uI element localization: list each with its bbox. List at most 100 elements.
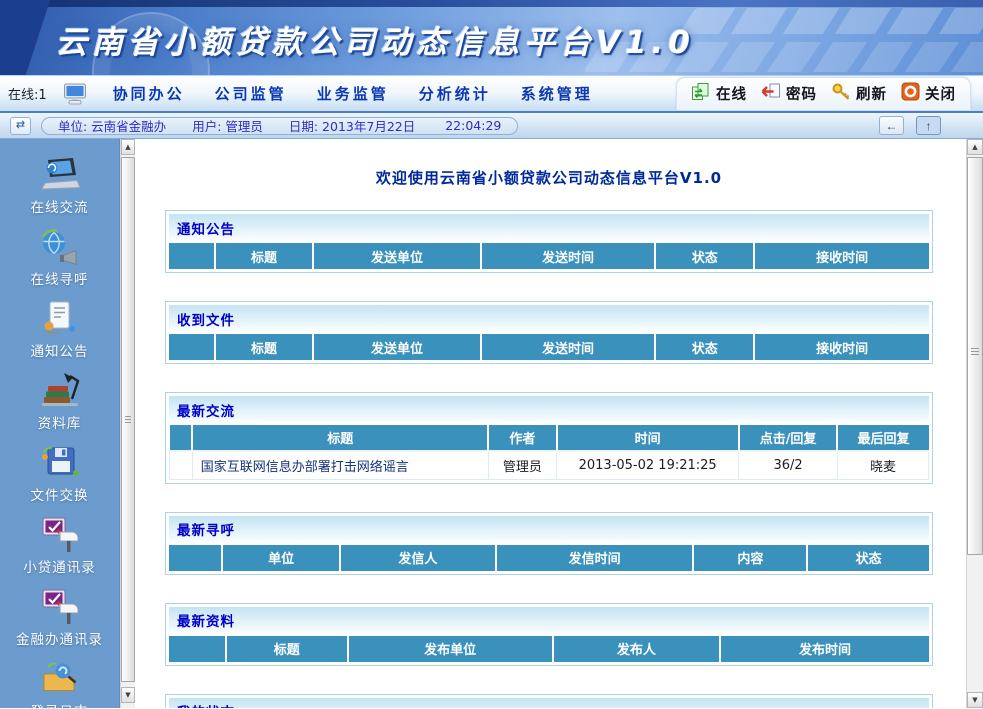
sidebar-item-1[interactable]: 在线交流 xyxy=(0,153,119,223)
collapse-left-button[interactable]: ← xyxy=(879,116,904,135)
sync-button[interactable]: ⇄ xyxy=(10,117,31,135)
section-title: 最新资料 xyxy=(177,610,235,630)
nav-item-3[interactable]: 业务监管 xyxy=(317,83,389,104)
column-header: 标题 xyxy=(215,243,314,269)
column-header xyxy=(169,334,215,360)
section-table: 标题发送单位发送时间状态接收时间 xyxy=(169,334,929,360)
column-header: 发送时间 xyxy=(481,334,656,360)
scroll-down-button[interactable]: ▼ xyxy=(121,687,135,703)
table-cell: 晓麦 xyxy=(837,451,928,479)
close-icon xyxy=(901,82,920,105)
sidebar-item-6[interactable]: 小贷通讯录 xyxy=(0,513,119,583)
column-header: 发送单位 xyxy=(313,243,480,269)
nav-item-5[interactable]: 系统管理 xyxy=(521,83,593,104)
section-5: 最新资料标题发布单位发布人发布时间 xyxy=(165,603,933,666)
section-title: 我的状态 xyxy=(177,701,235,708)
sidebar-item-8[interactable]: 登录日志 xyxy=(0,657,119,709)
infobar-buttons: ← ↑ xyxy=(879,116,941,135)
section-6: 我的状态登录单位：云南省金融办1权限范围：云南省 xyxy=(165,694,933,709)
nav-item-4[interactable]: 分析统计 xyxy=(419,83,491,104)
column-header: 发布人 xyxy=(553,636,720,662)
status-bar: ⇄ 单位: 云南省金融办 用户: 管理员 日期: 2013年7月22日 22:0… xyxy=(0,113,983,139)
main-area: 在线交流在线寻呼通知公告资料库文件交换小贷通讯录金融办通讯录登录日志 ▲ ▼ 欢… xyxy=(0,139,983,708)
online-doc-button[interactable]: 在线 xyxy=(691,82,747,105)
table-header-row: 单位发信人发信时间内容状态 xyxy=(169,545,929,571)
loan-contacts-icon xyxy=(36,513,84,555)
section-header: 最新资料 xyxy=(169,607,929,634)
welcome-title: 欢迎使用云南省小额贷款公司动态信息平台V1.0 xyxy=(165,167,933,188)
session-time: 22:04:29 xyxy=(445,118,501,133)
sidebar-item-label: 金融办通讯录 xyxy=(16,628,103,648)
online-paging-icon xyxy=(36,225,84,267)
sidebar-item-7[interactable]: 金融办通讯录 xyxy=(0,585,119,655)
sidebar-item-5[interactable]: 文件交换 xyxy=(0,441,119,511)
keyboard-decor xyxy=(679,8,983,34)
nav-item-2[interactable]: 公司监管 xyxy=(215,83,287,104)
table-header-row: 标题发送单位发送时间状态接收时间 xyxy=(169,243,929,269)
scrollbar-thumb[interactable] xyxy=(121,157,135,682)
table-cell: 2013-05-02 19:21:25 xyxy=(557,451,739,479)
library-icon xyxy=(36,369,84,411)
password-button[interactable]: 密码 xyxy=(761,82,817,105)
banner-top-strip xyxy=(0,0,983,7)
column-header: 最后回复 xyxy=(837,425,928,451)
column-header: 状态 xyxy=(655,334,754,360)
session-date: 日期: 2013年7月22日 xyxy=(289,116,415,135)
session-info: 单位: 云南省金融办 用户: 管理员 日期: 2013年7月22日 22:04:… xyxy=(41,117,518,135)
section-header: 最新交流 xyxy=(169,396,929,423)
row-title-link[interactable]: 国家互联网信息办部署打击网络谣言 xyxy=(192,451,488,479)
column-header: 发布单位 xyxy=(348,636,553,662)
online-chat-icon xyxy=(36,153,84,195)
login-log-icon xyxy=(36,657,84,699)
section-table: 标题作者时间点击/回复最后回复国家互联网信息办部署打击网络谣言管理员2013-0… xyxy=(169,425,929,480)
scrollbar-thumb[interactable] xyxy=(967,157,983,555)
column-header: 接收时间 xyxy=(754,243,929,269)
column-header: 发送时间 xyxy=(481,243,656,269)
app-title: 云南省小额贷款公司动态信息平台V1.0 xyxy=(56,17,695,62)
content-scrollbar[interactable]: ▲ ▼ xyxy=(966,139,983,708)
section-title: 最新交流 xyxy=(177,400,235,420)
action-label: 密码 xyxy=(786,83,817,104)
scroll-up-button[interactable]: ▲ xyxy=(967,139,983,155)
section-4: 最新寻呼单位发信人发信时间内容状态 xyxy=(165,512,933,575)
sidebar-item-label: 在线交流 xyxy=(31,196,89,216)
section-header: 最新寻呼 xyxy=(169,516,929,543)
section-header: 收到文件 xyxy=(169,305,929,332)
action-label: 在线 xyxy=(716,83,747,104)
finance-contacts-icon xyxy=(36,585,84,627)
sidebar-item-3[interactable]: 通知公告 xyxy=(0,297,119,367)
table-cell: 管理员 xyxy=(488,451,556,479)
column-header xyxy=(169,243,215,269)
nav-item-1[interactable]: 协同办公 xyxy=(113,83,185,104)
column-header: 状态 xyxy=(807,545,929,571)
app-banner: 云南省小额贷款公司动态信息平台V1.0 xyxy=(0,0,983,76)
scroll-up-button[interactable]: ▲ xyxy=(121,139,135,155)
table-header-row: 标题发送单位发送时间状态接收时间 xyxy=(169,334,929,360)
password-icon xyxy=(761,82,781,105)
banner-diagonal-decor xyxy=(0,0,50,75)
column-header: 内容 xyxy=(693,545,807,571)
column-header xyxy=(170,425,193,451)
sidebar-item-4[interactable]: 资料库 xyxy=(0,369,119,439)
sidebar-item-2[interactable]: 在线寻呼 xyxy=(0,225,119,295)
main-nav: 在线:1 协同办公公司监管业务监管分析统计系统管理 在线密码刷新关闭 xyxy=(0,76,983,113)
column-header: 发信时间 xyxy=(496,545,694,571)
section-table: 标题发送单位发送时间状态接收时间 xyxy=(169,243,929,269)
content: 欢迎使用云南省小额贷款公司动态信息平台V1.0 通知公告标题发送单位发送时间状态… xyxy=(135,139,966,708)
column-header: 发布时间 xyxy=(720,636,929,662)
nav-menu: 协同办公 公司监管 业务监管 分析统计 系统管理 xyxy=(113,83,593,104)
close-button[interactable]: 关闭 xyxy=(901,82,956,105)
column-header: 发信人 xyxy=(340,545,496,571)
scroll-down-button[interactable]: ▼ xyxy=(967,692,983,708)
column-header: 时间 xyxy=(557,425,739,451)
action-label: 刷新 xyxy=(856,83,887,104)
collapse-up-button[interactable]: ↑ xyxy=(916,116,941,135)
column-header: 标题 xyxy=(226,636,348,662)
sidebar-item-label: 资料库 xyxy=(38,412,82,432)
sidebar-item-label: 登录日志 xyxy=(31,700,89,709)
table-header-row: 标题发布单位发布人发布时间 xyxy=(169,636,929,662)
column-header: 接收时间 xyxy=(754,334,929,360)
section-title: 最新寻呼 xyxy=(177,519,235,539)
key-refresh-button[interactable]: 刷新 xyxy=(831,82,887,105)
sidebar-scrollbar[interactable]: ▲ ▼ xyxy=(120,139,135,708)
